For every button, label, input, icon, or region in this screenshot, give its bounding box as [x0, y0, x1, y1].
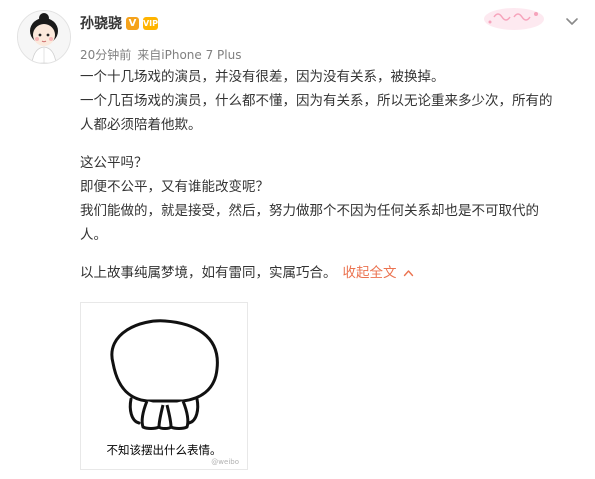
chevron-up-icon[interactable] — [403, 261, 414, 285]
username-link[interactable]: 孙骁骁 — [80, 13, 122, 33]
text-span: 以上故事纯属梦境，如有雷同，实属巧合。 — [80, 265, 337, 281]
character-illustration — [110, 319, 219, 430]
paragraph: 一个十几场戏的演员，并没有很差，因为没有关系，被换掉。 一个几百场戏的演员，什么… — [80, 65, 580, 137]
text-line: 一个十几场戏的演员，并没有很差，因为没有关系，被换掉。 — [80, 69, 445, 85]
image-caption: 不知该摆出什么表情。 — [106, 443, 222, 457]
avatar[interactable] — [17, 10, 71, 64]
post-header: 孙骁骁 V VIP — [80, 13, 158, 33]
verified-badge-icon: V — [126, 16, 139, 30]
image-watermark: @weibo — [211, 458, 239, 466]
text-line: 这公平吗？ — [80, 155, 148, 171]
text-line: 以上故事纯属梦境，如有雷同，实属巧合。 收起全文 — [80, 261, 580, 285]
chevron-down-icon[interactable] — [562, 11, 582, 31]
paragraph: 以上故事纯属梦境，如有雷同，实属巧合。 收起全文 — [80, 261, 580, 285]
card-decoration-icon — [480, 4, 548, 34]
text-line: 即便不公平，又有谁能改变呢？ — [80, 179, 269, 195]
paragraph: 这公平吗？ 即便不公平，又有谁能改变呢？ 我们能做的，就是接受，然后，努力做那个… — [80, 151, 580, 247]
post-content: 一个十几场戏的演员，并没有很差，因为没有关系，被换掉。 一个几百场戏的演员，什么… — [80, 65, 580, 285]
vip-badge-icon: VIP — [142, 16, 159, 30]
text-line: 一个几百场戏的演员，什么都不懂，因为有关系，所以无论重来多少次，所有的 — [80, 93, 553, 109]
avatar-icon — [18, 11, 70, 63]
post-device-link[interactable]: 来自iPhone 7 Plus — [137, 46, 241, 63]
post-time-link[interactable]: 20分钟前 — [80, 46, 131, 63]
text-line: 人。 — [80, 227, 107, 243]
attached-image[interactable]: 不知该摆出什么表情。 @weibo — [80, 302, 248, 470]
collapse-text-link[interactable]: 收起全文 — [343, 265, 397, 281]
post-meta: 20分钟前 来自iPhone 7 Plus — [80, 46, 241, 63]
text-line: 人都必须陪着他欺。 — [80, 117, 202, 133]
text-line: 我们能做的，就是接受，然后，努力做那个不因为任何关系却也是不可取代的 — [80, 203, 539, 219]
